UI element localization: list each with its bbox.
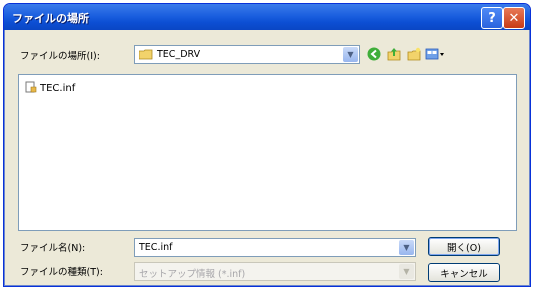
filetype-value: セットアップ情報 (*.inf): [139, 269, 246, 280]
views-icon[interactable]: [424, 46, 446, 62]
file-open-dialog: ファイルの場所 ? ✕ ファイルの場所(I): TEC_DRV ▼ TEC.in…: [3, 3, 531, 287]
new-folder-icon[interactable]: [406, 46, 422, 62]
filename-input[interactable]: TEC.inf ▼: [134, 238, 416, 257]
filetype-select[interactable]: セットアップ情報 (*.inf) ▼: [134, 262, 416, 281]
location-value: TEC_DRV: [157, 49, 201, 60]
back-icon[interactable]: [366, 46, 382, 62]
location-combo[interactable]: TEC_DRV ▼: [134, 45, 360, 64]
setup-file-icon: [25, 81, 37, 96]
folder-icon: [138, 49, 153, 63]
chevron-down-icon[interactable]: ▼: [343, 47, 358, 62]
filetype-label: ファイルの種類(T):: [20, 267, 103, 278]
window-title: ファイルの場所: [12, 12, 89, 25]
list-item[interactable]: TEC.inf: [25, 81, 75, 96]
up-folder-icon[interactable]: [386, 46, 402, 62]
location-label: ファイルの場所(I):: [20, 51, 100, 62]
cancel-button[interactable]: キャンセル: [428, 263, 500, 282]
close-button[interactable]: ✕: [503, 7, 525, 29]
filename-value: TEC.inf: [139, 242, 173, 253]
file-list[interactable]: TEC.inf: [18, 74, 517, 231]
chevron-down-icon: ▼: [399, 264, 414, 279]
chevron-down-icon[interactable]: ▼: [399, 240, 414, 255]
title-bar: ファイルの場所 ? ✕: [4, 4, 530, 30]
filename-label: ファイル名(N):: [20, 243, 86, 254]
open-button[interactable]: 開く(O): [428, 237, 500, 256]
file-name: TEC.inf: [40, 83, 76, 94]
help-button[interactable]: ?: [481, 7, 503, 29]
